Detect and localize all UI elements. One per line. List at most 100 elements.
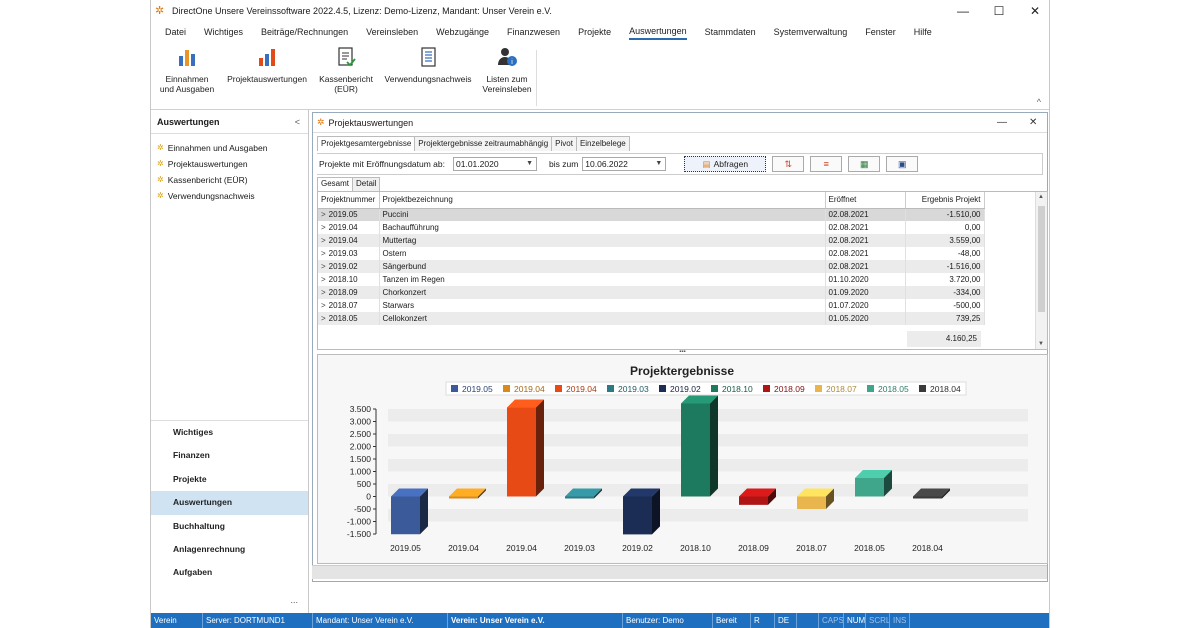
- expand-row-icon[interactable]: >: [321, 223, 326, 232]
- cell-eroeffnet: 01.09.2020: [825, 286, 906, 299]
- table-row[interactable]: >2019.04 Bachaufführung 02.08.2021 0,00: [318, 221, 985, 234]
- nav-projekte[interactable]: Projekte: [151, 468, 308, 491]
- vertical-scrollbar[interactable]: ▲ ▼: [1035, 192, 1047, 349]
- table-row[interactable]: >2018.07 Starwars 01.07.2020 -500,00: [318, 299, 985, 312]
- nav-buchhaltung[interactable]: Buchhaltung: [151, 515, 308, 538]
- nav-aufgaben[interactable]: Aufgaben: [151, 561, 308, 584]
- cell-text: 02.08.2021: [828, 210, 869, 220]
- menu-stammdaten[interactable]: Stammdaten: [705, 25, 756, 39]
- table-row[interactable]: >2019.02 Sängerbund 02.08.2021 -1.516,00: [318, 260, 985, 273]
- ribbon-projektauswertungen-button[interactable]: Projektauswertungen: [225, 46, 309, 84]
- expand-row-icon[interactable]: >: [321, 301, 326, 310]
- cell-projektbezeichnung: Sängerbund: [379, 260, 826, 273]
- menu-beitraege[interactable]: Beiträge/Rechnungen: [261, 25, 348, 39]
- column-header-projektbezeichnung[interactable]: Projektbezeichnung: [379, 192, 826, 209]
- bar-chart-icon: [179, 50, 195, 66]
- ribbon-listen-button[interactable]: i Listen zum Vereinsleben: [480, 46, 534, 94]
- y-tick-label: 0: [366, 492, 371, 502]
- tab-einzelbelege[interactable]: Einzelbelege: [575, 136, 630, 151]
- menu-systemverwaltung[interactable]: Systemverwaltung: [774, 25, 848, 39]
- chart-panel: Projektergebnisse 2019.05 2019.04 2019.04 20…: [317, 354, 1048, 564]
- y-tick-label: 1.500: [350, 454, 372, 464]
- cell-text: Sängerbund: [382, 262, 427, 271]
- expand-row-icon[interactable]: >: [321, 236, 326, 245]
- ribbon-collapse-icon[interactable]: ^: [1037, 97, 1041, 107]
- menu-auswertungen[interactable]: Auswertungen: [629, 24, 687, 40]
- table-row[interactable]: >2018.05 Cellokonzert 01.05.2020 739,25: [318, 312, 985, 325]
- menu-hilfe[interactable]: Hilfe: [914, 25, 932, 39]
- column-header-projektnummer[interactable]: Projektnummer: [318, 192, 380, 209]
- ribbon-label: Verwendungsnachweis: [384, 74, 472, 84]
- table-row[interactable]: >2018.09 Chorkonzert 01.09.2020 -334,00: [318, 286, 985, 299]
- scroll-up-icon[interactable]: ▲: [1038, 194, 1044, 200]
- legend-label: 2019.03: [618, 384, 649, 394]
- nav-wichtiges[interactable]: Wichtiges: [151, 421, 308, 444]
- abfragen-button[interactable]: ▤ Abfragen: [684, 156, 767, 172]
- expand-row-icon[interactable]: >: [321, 210, 326, 219]
- menu-webzugaenge[interactable]: Webzugänge: [436, 25, 489, 39]
- expand-row-icon[interactable]: >: [321, 249, 326, 258]
- column-header-eroeffnet[interactable]: Eröffnet: [825, 192, 906, 209]
- scroll-thumb[interactable]: [1038, 206, 1045, 312]
- sidebar-item-verwendungsnachweis[interactable]: ✲ Verwendungsnachweis: [151, 188, 308, 204]
- ribbon-kassenbericht-button[interactable]: Kassenbericht (EÜR): [316, 46, 376, 94]
- nav-finanzen[interactable]: Finanzen: [151, 444, 308, 467]
- chevron-left-icon[interactable]: <: [295, 110, 300, 134]
- inner-close-button[interactable]: ✕: [1029, 113, 1037, 133]
- menu-projekte[interactable]: Projekte: [578, 25, 611, 39]
- chevron-down-icon[interactable]: ▼: [655, 158, 662, 170]
- ribbon-label: (EÜR): [334, 84, 358, 94]
- sidebar-item-projektauswertungen[interactable]: ✲ Projektauswertungen: [151, 156, 308, 172]
- scroll-down-icon[interactable]: ▼: [1038, 341, 1044, 347]
- column-header-ergebnis[interactable]: Ergebnis Projekt: [905, 192, 985, 209]
- sort-button[interactable]: ⇅: [772, 156, 805, 172]
- cell-eroeffnet: 01.07.2020: [825, 299, 906, 312]
- report-item-icon: ✲: [157, 143, 164, 152]
- table-row[interactable]: >2018.10 Tanzen im Regen 01.10.2020 3.720,0…: [318, 273, 985, 286]
- tab-pivot[interactable]: Pivot: [551, 136, 577, 151]
- more-options-button[interactable]: ...: [290, 595, 298, 605]
- from-date-picker[interactable]: 01.01.2020 ▼: [453, 157, 537, 171]
- expand-row-icon[interactable]: >: [321, 314, 326, 323]
- ribbon-verwendungsnachweis-button[interactable]: Verwendungsnachweis: [383, 46, 473, 84]
- close-button[interactable]: ✕: [1017, 0, 1053, 22]
- cell-text: -500,00: [953, 301, 981, 310]
- projektauswertungen-window: ✲ Projektauswertungen — ✕ Projektgesamte…: [312, 112, 1048, 582]
- expand-row-icon[interactable]: >: [321, 288, 326, 297]
- horizontal-scrollbar[interactable]: [312, 565, 1047, 579]
- inner-minimize-button[interactable]: —: [997, 113, 1007, 133]
- sidebar-item-einnahmen[interactable]: ✲ Einnahmen und Ausgaben: [151, 140, 308, 156]
- table-row[interactable]: >2019.03 Ostern 02.08.2021 -48,00: [318, 247, 985, 260]
- menu-vereinsleben[interactable]: Vereinsleben: [366, 25, 418, 39]
- menu-datei[interactable]: Datei: [165, 25, 186, 39]
- cell-ergebnis: -48,00: [905, 247, 985, 260]
- minimize-button[interactable]: —: [945, 0, 981, 22]
- to-date-picker[interactable]: 10.06.2022 ▼: [582, 157, 667, 171]
- menu-wichtiges[interactable]: Wichtiges: [204, 25, 243, 39]
- nav-auswertungen[interactable]: Auswertungen: [151, 491, 308, 515]
- filter-remove-button[interactable]: ≡: [810, 156, 843, 172]
- subtab-detail[interactable]: Detail: [352, 177, 381, 191]
- subtab-gesamt[interactable]: Gesamt: [317, 177, 354, 191]
- bar-side-face: [652, 488, 660, 535]
- tab-projektgesamtergebnisse[interactable]: Projektgesamtergebnisse: [317, 136, 416, 151]
- nav-anlagenrechnung[interactable]: Anlagenrechnung: [151, 538, 308, 561]
- menu-fenster[interactable]: Fenster: [865, 25, 896, 39]
- table-row[interactable]: >2019.05 Puccini 02.08.2021 -1.510,00: [318, 208, 985, 221]
- ribbon-einnahmen-button[interactable]: Einnahmen und Ausgaben: [157, 46, 217, 94]
- sidebar-item-kassenbericht[interactable]: ✲ Kassenbericht (EÜR): [151, 172, 308, 188]
- expand-row-icon[interactable]: >: [321, 262, 326, 271]
- cell-ergebnis: 3.720,00: [905, 273, 985, 286]
- maximize-button[interactable]: ☐: [981, 0, 1017, 22]
- legend-swatch: [867, 385, 874, 392]
- bar-side-face: [710, 395, 718, 497]
- export-excel-button[interactable]: ▦: [848, 156, 881, 172]
- menu-finanzwesen[interactable]: Finanzwesen: [507, 25, 560, 39]
- chevron-down-icon[interactable]: ▼: [526, 158, 533, 170]
- print-button[interactable]: ▣: [886, 156, 919, 172]
- expand-row-icon[interactable]: >: [321, 275, 326, 284]
- tab-zeitraumabhaengig[interactable]: Projektergebnisse zeitraumabhängig: [414, 136, 553, 151]
- bar: [913, 496, 942, 499]
- legend-swatch: [503, 385, 510, 392]
- table-row[interactable]: >2019.04 Muttertag 02.08.2021 3.559,00: [318, 234, 985, 247]
